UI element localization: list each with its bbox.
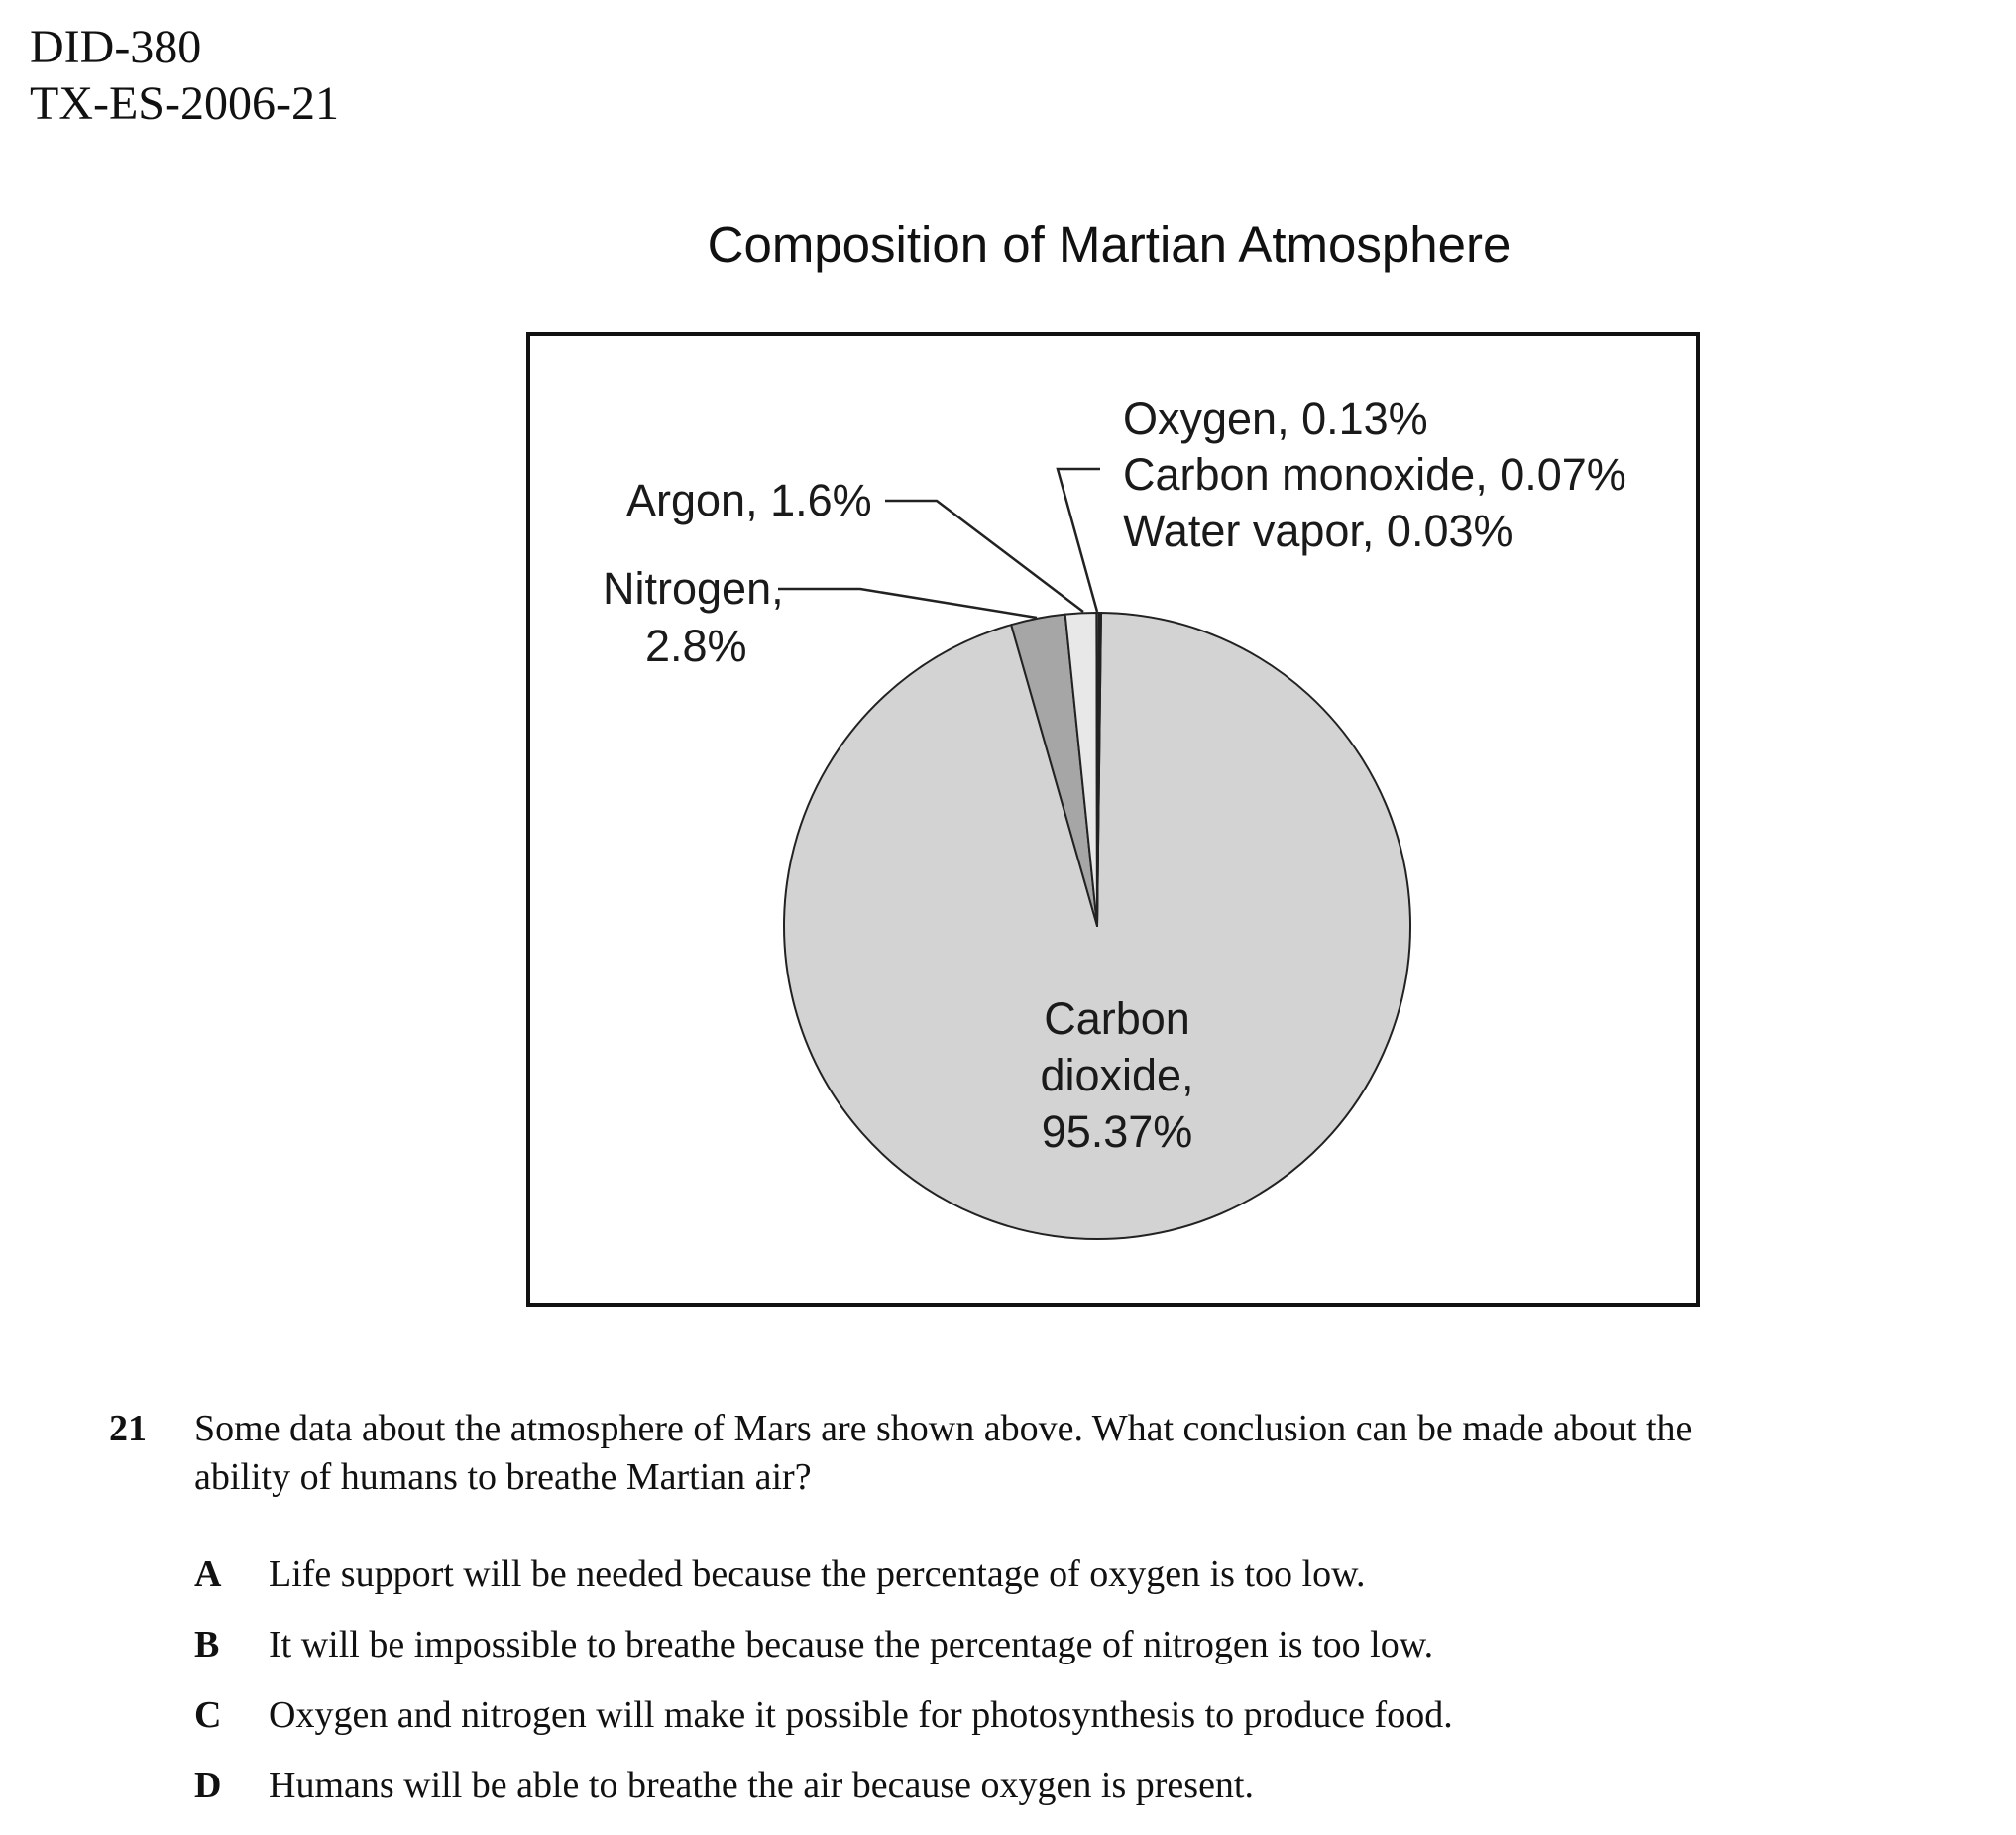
choice-text: Humans will be able to breathe the air b… [269, 1765, 1254, 1806]
carbon-dioxide-label-line-2: dioxide, [1040, 1050, 1193, 1100]
choice-text: It will be impossible to breathe because… [269, 1624, 1434, 1665]
nitrogen-label: Nitrogen, [603, 563, 784, 614]
choice-letter: A [194, 1553, 222, 1595]
water-vapor-label: Water vapor, 0.03% [1123, 506, 1513, 556]
choice-letter: B [194, 1624, 220, 1665]
nitrogen-value-label: 2.8% [645, 621, 747, 671]
carbon-dioxide-label: Carbon [1044, 993, 1190, 1044]
choice-letter: D [194, 1765, 222, 1806]
nitrogen-leader-line [778, 587, 1038, 620]
question-text-line-2: ability of humans to breathe Martian air… [194, 1456, 812, 1498]
choice-text: Oxygen and nitrogen will make it possibl… [269, 1694, 1453, 1736]
carbon-monoxide-label: Carbon monoxide, 0.07% [1123, 449, 1626, 500]
argon-label: Argon, 1.6% [626, 475, 872, 525]
question-text: Some data about the atmosphere of Mars a… [194, 1408, 1693, 1449]
trace-gases-leader-line [1056, 467, 1100, 613]
question-number: 21 [109, 1408, 147, 1449]
oxygen-label: Oxygen, 0.13% [1123, 394, 1428, 444]
choice-text: Life support will be needed because the … [269, 1553, 1366, 1595]
choice-letter: C [194, 1694, 222, 1736]
argon-leader-line [885, 499, 1084, 613]
carbon-dioxide-value-label: 95.37% [1042, 1106, 1193, 1157]
